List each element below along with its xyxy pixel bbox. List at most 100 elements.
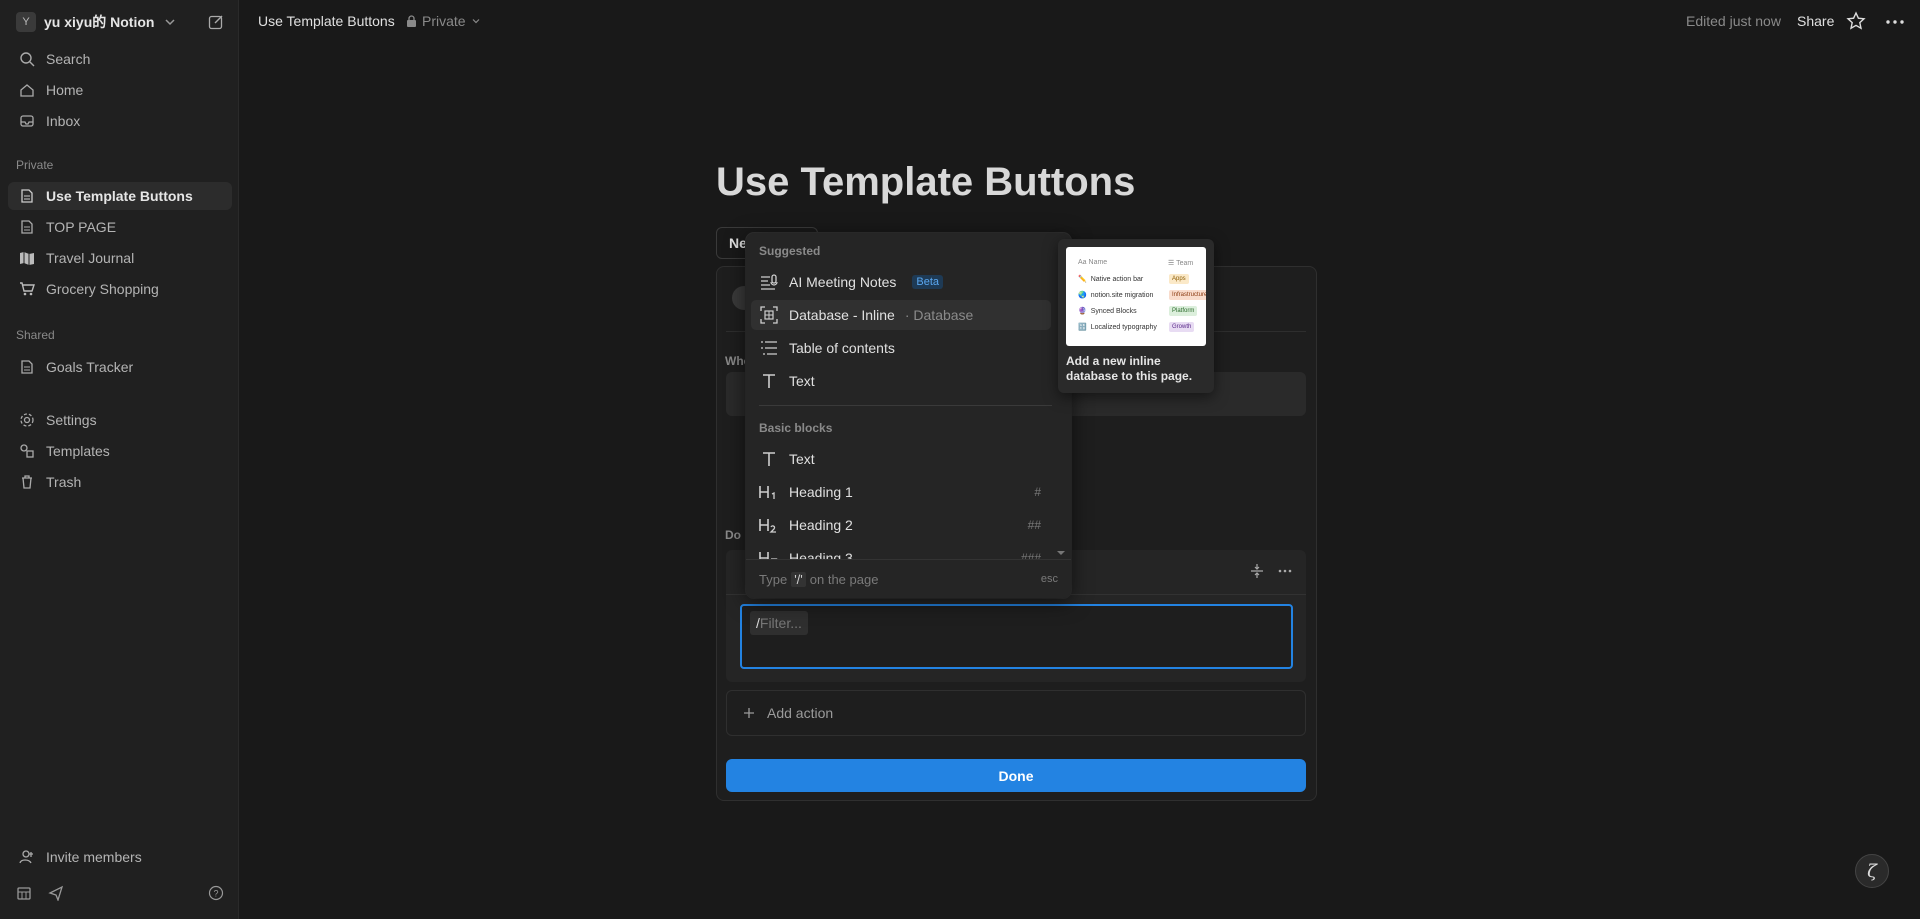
esc-hint[interactable]: esc [1041, 573, 1058, 585]
heading1-icon [759, 482, 779, 502]
workspace-name: yu xiyu的 Notion [44, 14, 155, 30]
database-preview-image: Aa Name ☰ Team ✏️ Native action bar Apps … [1066, 247, 1206, 346]
trash-icon [18, 473, 36, 491]
inbox-icon [18, 112, 36, 130]
preview-row-name: notion.site migration [1090, 291, 1154, 299]
preview-row: 🔠 Localized typography [1078, 323, 1157, 332]
favorite-button[interactable] [1846, 11, 1868, 33]
menu-item-sublabel-text: Database [913, 307, 974, 323]
collapse-icon[interactable] [1249, 563, 1265, 582]
block-preview-tooltip: Aa Name ☰ Team ✏️ Native action bar Apps … [1058, 239, 1214, 393]
svg-text:?: ? [213, 888, 218, 898]
calendar-icon[interactable] [16, 885, 32, 904]
privacy-toggle[interactable]: Private [406, 13, 481, 29]
preview-row-name: Localized typography [1090, 323, 1157, 331]
page-icon [18, 187, 36, 205]
menu-item-heading-2[interactable]: Heading 2 ## [751, 510, 1051, 540]
help-icon[interactable]: ? [208, 885, 224, 904]
preview-row: ✏️ Native action bar [1078, 275, 1144, 284]
add-action-label: Add action [767, 705, 834, 721]
menu-item-text[interactable]: Text [751, 444, 1051, 474]
menu-item-label: Database - Inline [789, 307, 895, 323]
add-action-button[interactable]: Add action [726, 690, 1306, 736]
heading3-icon [759, 548, 779, 559]
new-page-button[interactable] [206, 12, 226, 32]
menu-item-text-suggested[interactable]: Text [751, 366, 1051, 396]
sidebar-item-label: Settings [46, 412, 97, 428]
menu-section-basic-blocks: Basic blocks [759, 421, 833, 435]
done-button[interactable]: Done [726, 759, 1306, 792]
menu-item-ai-meeting-notes[interactable]: AI Meeting Notes Beta [751, 267, 1051, 297]
slash-command-menu: Suggested AI Meeting Notes Beta Database… [746, 233, 1071, 598]
sidebar-item-label: Trash [46, 474, 82, 490]
preview-row: 🔮 Synced Blocks [1078, 307, 1137, 316]
sidebar-item-settings[interactable]: Settings [8, 406, 232, 434]
block-filter-input[interactable] [740, 604, 1293, 669]
menu-item-shortcut: # [1034, 485, 1041, 499]
sidebar-item-use-template-buttons[interactable]: Use Template Buttons [8, 182, 232, 210]
footer-suffix: on the page [809, 571, 879, 587]
page-icon [18, 218, 36, 236]
menu-item-label: Table of contents [789, 340, 895, 356]
sidebar-item-home[interactable]: Home [8, 76, 232, 104]
preview-row-name: Native action bar [1090, 275, 1144, 283]
preview-col-name-text: Name [1088, 259, 1108, 266]
preview-tag: Growth [1169, 322, 1195, 332]
menu-item-heading-3[interactable]: Heading 3 ### [751, 543, 1051, 559]
sidebar-item-trash[interactable]: Trash [8, 468, 232, 496]
notion-ai-button[interactable]: ζ [1855, 854, 1889, 888]
menu-item-database-inline[interactable]: Database - Inline · Database [751, 300, 1051, 330]
sidebar-item-inbox[interactable]: Inbox [8, 107, 232, 135]
user-add-icon [18, 848, 36, 866]
filter-placeholder-text: Filter... [759, 615, 802, 631]
page-title[interactable]: Use Template Buttons [716, 160, 1135, 205]
menu-item-table-of-contents[interactable]: Table of contents [751, 333, 1051, 363]
menu-divider [759, 405, 1052, 406]
send-icon[interactable] [48, 885, 64, 904]
home-icon [18, 81, 36, 99]
privacy-label: Private [422, 13, 466, 29]
share-button[interactable]: Share [1797, 13, 1834, 29]
sidebar-item-templates[interactable]: Templates [8, 437, 232, 465]
sidebar-item-label: Invite members [46, 849, 142, 865]
section-label-private: Private [16, 158, 54, 172]
menu-section-suggested: Suggested [759, 244, 821, 258]
footer-key: '/' [791, 571, 806, 587]
compose-icon [208, 15, 223, 30]
map-icon [18, 249, 36, 267]
menu-item-label: Text [789, 451, 815, 467]
beta-badge: Beta [912, 275, 944, 289]
menu-item-label: Heading 3 [789, 550, 853, 559]
more-options-button[interactable] [1884, 11, 1906, 33]
sidebar-item-label: Home [46, 82, 84, 98]
menu-item-label: Text [789, 373, 815, 389]
toc-icon [759, 338, 779, 358]
sidebar-item-grocery-shopping[interactable]: Grocery Shopping [8, 275, 232, 303]
sidebar-item-label: Templates [46, 443, 110, 459]
menu-scroll-area[interactable]: Suggested AI Meeting Notes Beta Database… [746, 233, 1071, 559]
shapes-icon [18, 442, 36, 460]
preview-description: Add a new inline database to this page. [1066, 354, 1193, 383]
invite-members-button[interactable]: Invite members [8, 843, 232, 871]
scroll-down-icon[interactable] [1056, 549, 1066, 557]
sidebar-item-top-page[interactable]: TOP PAGE [8, 213, 232, 241]
plus-icon [744, 708, 754, 718]
preview-tag: Platform [1169, 306, 1198, 316]
menu-item-label: Heading 1 [789, 484, 853, 500]
sidebar-item-travel-journal[interactable]: Travel Journal [8, 244, 232, 272]
sidebar-item-label: TOP PAGE [46, 219, 117, 235]
more-horizontal-icon[interactable] [1277, 563, 1293, 582]
database-icon [759, 305, 779, 325]
section-label-shared: Shared [16, 328, 55, 342]
sidebar-item-goals-tracker[interactable]: Goals Tracker [8, 353, 232, 381]
sidebar-item-search[interactable]: Search [8, 45, 232, 73]
menu-item-heading-1[interactable]: Heading 1 # [751, 477, 1051, 507]
breadcrumb-page-title[interactable]: Use Template Buttons [258, 13, 395, 29]
ai-notes-icon [759, 272, 779, 292]
sidebar: Y yu xiyu的 Notion Search Home Inbox Priv… [0, 0, 239, 919]
menu-item-label: AI Meeting Notes [789, 274, 897, 290]
footer-prefix: Type [759, 571, 788, 587]
workspace-switcher[interactable]: Y yu xiyu的 Notion [16, 12, 176, 32]
menu-item-label: Heading 2 [789, 517, 853, 533]
menu-item-shortcut: ### [1020, 551, 1041, 559]
